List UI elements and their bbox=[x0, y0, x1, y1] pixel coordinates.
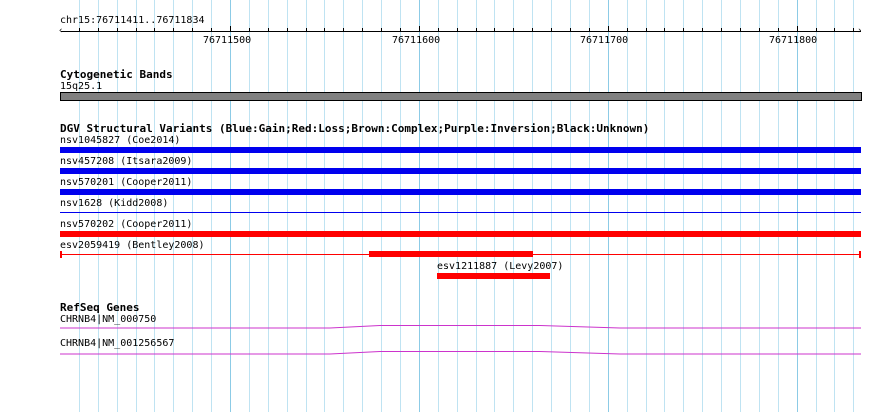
ruler-tick-mark bbox=[816, 28, 817, 32]
variant-label: nsv1628 (Kidd2008) bbox=[60, 198, 169, 209]
ruler-tick-mark bbox=[98, 28, 99, 32]
ruler-tick-mark bbox=[362, 28, 363, 32]
variant-label: nsv570201 (Cooper2011) bbox=[60, 177, 193, 188]
gene-model-transcript[interactable] bbox=[0, 349, 890, 359]
ruler-tick-mark bbox=[268, 28, 269, 32]
track-title-cytoband[interactable]: Cytogenetic Bands bbox=[60, 68, 173, 81]
ruler-tick-mark bbox=[211, 28, 212, 32]
gene-model-transcript[interactable] bbox=[0, 323, 890, 333]
ruler-tick-mark bbox=[683, 28, 684, 32]
ruler-right-arrow-icon: › bbox=[857, 26, 863, 36]
ruler-tick-mark bbox=[192, 28, 193, 32]
variant-label: esv1211887 (Levy2007) bbox=[437, 261, 564, 272]
ruler-tick-mark bbox=[438, 28, 439, 32]
ruler-tick-mark bbox=[324, 28, 325, 32]
variant-bar-gain[interactable] bbox=[60, 147, 861, 153]
ruler-tick-mark bbox=[457, 28, 458, 32]
ruler-tick-mark bbox=[494, 28, 495, 32]
ruler-tick-label: 76711600 bbox=[392, 35, 441, 46]
track-title-dgv[interactable]: DGV Structural Variants (Blue:Gain;Red:L… bbox=[60, 122, 649, 135]
variant-end-cap bbox=[859, 251, 861, 258]
ruler-tick-mark bbox=[532, 28, 533, 32]
ruler-tick-mark bbox=[306, 28, 307, 32]
ruler-tick-mark bbox=[759, 28, 760, 32]
ruler-tick-mark bbox=[79, 28, 80, 32]
ruler-tick-mark bbox=[702, 28, 703, 32]
ruler-tick-label: 76711700 bbox=[580, 35, 629, 46]
variant-label: nsv1045827 (Coe2014) bbox=[60, 135, 181, 146]
variant-bar-gain[interactable] bbox=[60, 168, 861, 174]
ruler-tick-mark bbox=[173, 28, 174, 32]
genome-browser-view: chr15:76711411..76711834 ‹ › 76711500 76… bbox=[0, 0, 890, 412]
ruler-tick-mark bbox=[589, 28, 590, 32]
ruler-tick-mark bbox=[249, 28, 250, 32]
ruler-tick-mark bbox=[419, 26, 420, 32]
ruler-tick-label: 76711800 bbox=[769, 35, 818, 46]
ruler-tick-mark bbox=[778, 28, 779, 32]
variant-block-loss[interactable] bbox=[369, 251, 533, 257]
variant-end-cap bbox=[60, 251, 62, 258]
ruler-tick-mark bbox=[513, 28, 514, 32]
ruler-tick-mark bbox=[664, 28, 665, 32]
ruler-tick-mark bbox=[230, 26, 231, 32]
track-title-refseq[interactable]: RefSeq Genes bbox=[60, 301, 139, 314]
ruler-tick-mark bbox=[797, 26, 798, 32]
variant-bar-gain[interactable] bbox=[60, 212, 861, 213]
ruler-line bbox=[61, 31, 861, 32]
ruler-tick-mark bbox=[287, 28, 288, 32]
ruler-tick-mark bbox=[117, 28, 118, 32]
ruler-tick-mark bbox=[608, 26, 609, 32]
variant-bar-loss[interactable] bbox=[60, 231, 861, 237]
location-label: chr15:76711411..76711834 bbox=[60, 15, 205, 26]
ruler-tick-mark bbox=[740, 28, 741, 32]
variant-label: esv2059419 (Bentley2008) bbox=[60, 240, 205, 251]
variant-bar-gain[interactable] bbox=[60, 189, 861, 195]
ruler-tick-mark bbox=[343, 28, 344, 32]
cytoband-bar[interactable] bbox=[60, 92, 862, 101]
ruler-tick-mark bbox=[627, 28, 628, 32]
variant-label: nsv457208 (Itsara2009) bbox=[60, 156, 193, 167]
ruler-tick-mark bbox=[154, 28, 155, 32]
variant-label: nsv570202 (Cooper2011) bbox=[60, 219, 193, 230]
variant-bar-loss[interactable] bbox=[437, 273, 550, 279]
ruler-tick-mark bbox=[381, 28, 382, 32]
ruler-tick-mark bbox=[136, 28, 137, 32]
ruler-tick-mark bbox=[853, 28, 854, 32]
ruler-tick-mark bbox=[400, 28, 401, 32]
ruler-tick-mark bbox=[551, 28, 552, 32]
ruler-tick-mark bbox=[476, 28, 477, 32]
ruler-tick-mark bbox=[721, 28, 722, 32]
ruler-tick-mark bbox=[834, 28, 835, 32]
ruler-tick-mark bbox=[570, 28, 571, 32]
ruler-tick-label: 76711500 bbox=[203, 35, 252, 46]
ruler-tick-mark bbox=[646, 28, 647, 32]
